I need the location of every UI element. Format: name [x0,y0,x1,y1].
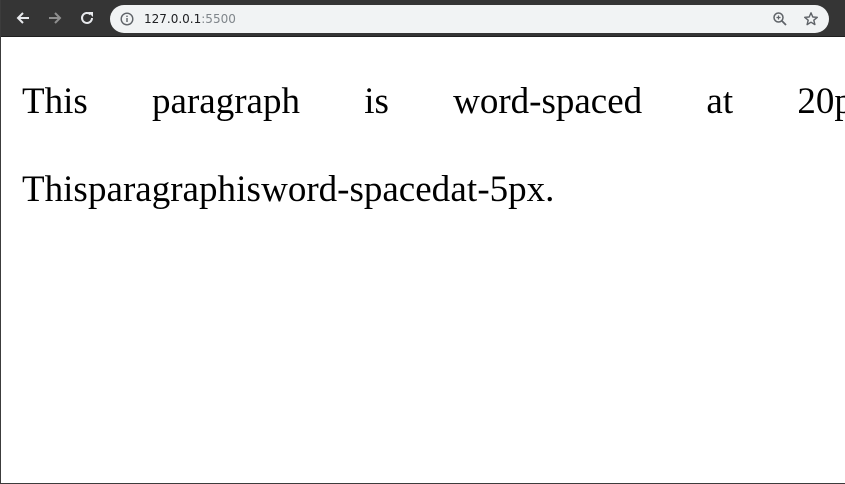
back-arrow-icon [16,12,29,24]
reload-icon [81,11,93,24]
address-bar[interactable]: 127.0.0.1:5500 [110,5,829,33]
page-content: This paragraph is word-spaced at 20px. T… [1,37,845,483]
star-icon[interactable] [803,11,819,27]
forward-button[interactable] [43,6,67,30]
browser-toolbar: 127.0.0.1:5500 [1,0,845,37]
browser-window: 127.0.0.1:5500 This paragraph is word-sp… [0,0,845,484]
back-button[interactable] [11,6,35,30]
paragraph-wide-spacing: This paragraph is word-spaced at 20px. [22,81,845,122]
forward-arrow-icon [49,12,62,24]
paragraph-negative-spacing: This paragraph is word-spaced at -5px. [22,169,555,210]
info-icon[interactable] [120,12,134,26]
url-host: 127.0.0.1 [144,12,202,26]
url-text[interactable]: 127.0.0.1:5500 [144,11,236,27]
zoom-icon[interactable] [772,11,788,27]
reload-button[interactable] [75,6,99,30]
url-port: :5500 [201,12,236,26]
